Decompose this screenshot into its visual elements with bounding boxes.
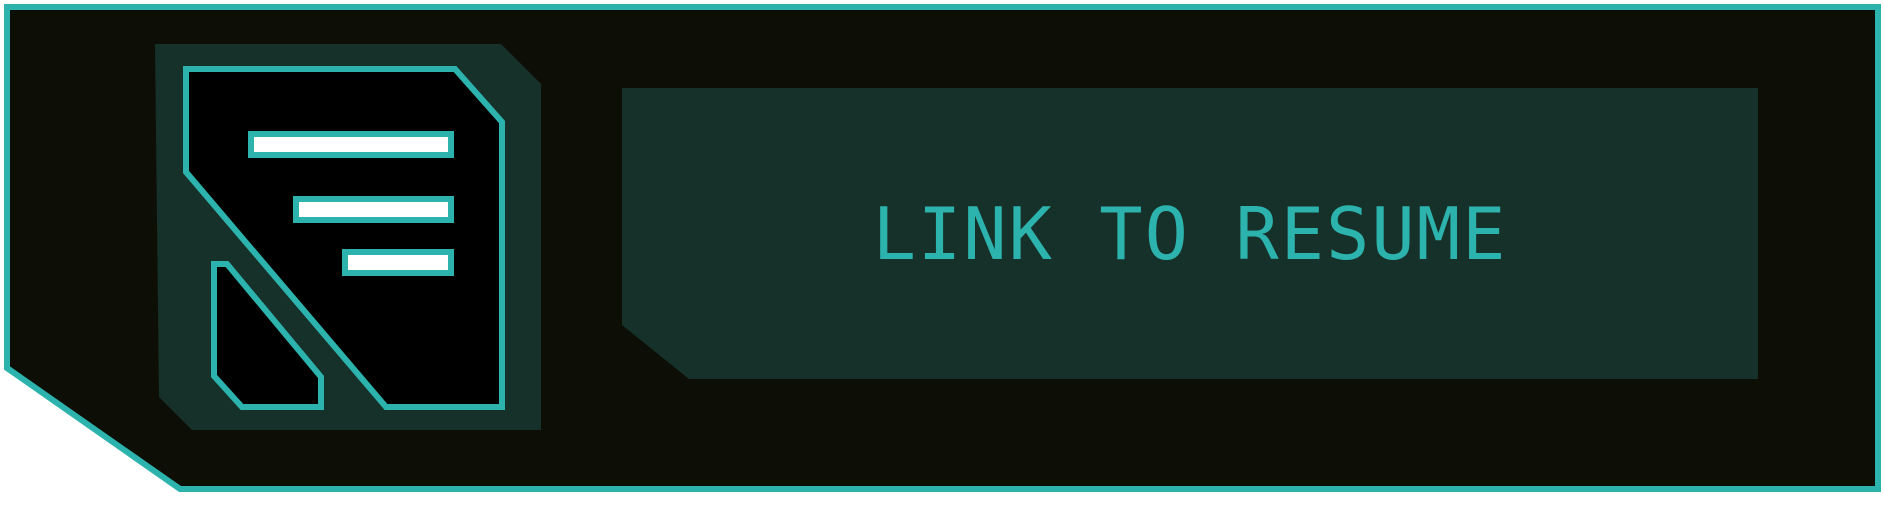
- resume-link-card[interactable]: LINK TO RESUME: [0, 0, 1883, 513]
- document-icon-line-3: [342, 249, 454, 276]
- document-icon-line-1: [248, 131, 454, 158]
- document-icon-line-2: [293, 196, 454, 223]
- resume-link-frame[interactable]: [0, 0, 1883, 513]
- label-panel[interactable]: [622, 88, 1758, 379]
